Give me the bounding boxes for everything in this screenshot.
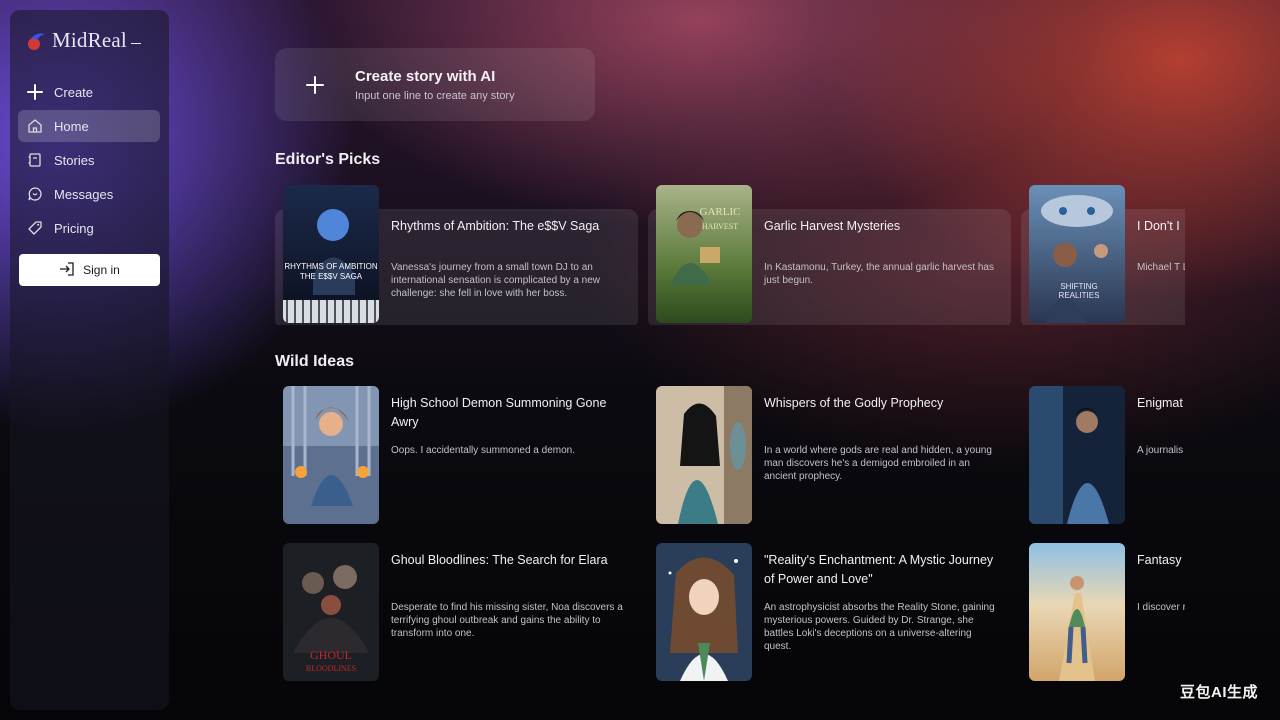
- svg-text:REALITIES: REALITIES: [1059, 291, 1100, 300]
- svg-text:RHYTHMS OF AMBITION: RHYTHMS OF AMBITION: [284, 262, 378, 271]
- logo-text: MidReal: [52, 28, 127, 52]
- sidebar-item-pricing[interactable]: Pricing: [18, 212, 160, 244]
- story-card[interactable]: "Reality's Enchantment: A Mystic Journey…: [648, 543, 1011, 683]
- svg-text:SHIFTING: SHIFTING: [1060, 282, 1097, 291]
- story-title: Rhythms of Ambition: The e$$V Saga: [391, 219, 600, 233]
- story-cover: [1029, 543, 1125, 681]
- svg-text:BLOODLINES: BLOODLINES: [306, 664, 356, 673]
- chat-icon: [26, 185, 44, 203]
- story-title: Fantasy Reality: [1137, 553, 1185, 567]
- sidebar-item-label: Home: [54, 118, 89, 134]
- create-story-subtitle: Input one line to create any story: [355, 89, 515, 102]
- story-title: I Don't I: [1137, 219, 1180, 233]
- create-story-card[interactable]: Create story with AI Input one line to c…: [275, 48, 595, 121]
- story-description: Desperate to find his missing sister, No…: [391, 602, 623, 639]
- story-card[interactable]: High School Demon Summoning Gone Awry Oo…: [275, 386, 638, 526]
- story-description: Michael T Long to h place fille new self…: [1137, 262, 1185, 273]
- svg-text:GHOUL: GHOUL: [310, 648, 352, 662]
- plus-icon: [275, 75, 355, 95]
- story-title: Enigmat Dilemms: [1137, 396, 1185, 410]
- plus-icon: [26, 83, 44, 101]
- sidebar-item-home[interactable]: Home: [18, 110, 160, 142]
- story-card[interactable]: Whispers of the Godly Prophecy In a worl…: [648, 386, 1011, 526]
- nav-list: Create Home Stories Messages Pricing: [18, 76, 160, 246]
- story-description: A journalis in Kolkata the enigm: [1137, 445, 1185, 456]
- sidebar-item-stories[interactable]: Stories: [18, 144, 160, 176]
- book-icon: [26, 151, 44, 169]
- story-cover: [1029, 386, 1125, 524]
- section-title-wild-ideas: Wild Ideas: [275, 353, 354, 370]
- story-description: In Kastamonu, Turkey, the annual garlic …: [764, 262, 994, 286]
- story-cover: [656, 543, 752, 681]
- story-description: In a world where gods are real and hidde…: [764, 445, 992, 482]
- story-title: Garlic Harvest Mysteries: [764, 219, 901, 233]
- svg-text:HARVEST: HARVEST: [702, 222, 738, 231]
- story-description: I discover region.: [1137, 602, 1185, 613]
- sign-in-label: Sign in: [83, 263, 120, 277]
- editors-picks-row: RHYTHMS OF AMBITION THE E$$V SAGA Rhythm…: [275, 185, 1185, 325]
- story-title: "Reality's Enchantment: A Mystic Journey…: [764, 553, 994, 586]
- home-icon: [26, 117, 44, 135]
- sign-in-icon: [59, 261, 75, 279]
- story-cover: GARLIC HARVEST: [656, 185, 752, 323]
- story-description: An astrophysicist absorbs the Reality St…: [764, 602, 995, 652]
- logo-dash: [130, 43, 141, 44]
- logo[interactable]: MidReal: [26, 28, 141, 53]
- wild-ideas-row-1: High School Demon Summoning Gone Awry Oo…: [275, 386, 1185, 526]
- story-title: Ghoul Bloodlines: The Search for Elara: [391, 553, 608, 567]
- sidebar-item-label: Create: [54, 84, 94, 100]
- story-card[interactable]: Enigmat Dilemms A journalis in Kolkata t…: [1021, 386, 1185, 526]
- wild-ideas-row-2: GHOUL BLOODLINES Ghoul Bloodlines: The S…: [275, 543, 1185, 683]
- story-card[interactable]: Fantasy Reality I discover region.: [1021, 543, 1185, 683]
- story-title: Whispers of the Godly Prophecy: [764, 396, 944, 410]
- sidebar-item-label: Pricing: [54, 220, 94, 236]
- svg-text:THE E$$V SAGA: THE E$$V SAGA: [300, 272, 363, 281]
- sign-in-button[interactable]: Sign in: [19, 254, 160, 286]
- logo-icon: [26, 30, 48, 52]
- create-story-title: Create story with AI: [355, 67, 496, 85]
- story-cover: [283, 386, 379, 524]
- story-cover: GHOUL BLOODLINES: [283, 543, 379, 681]
- sidebar-item-create[interactable]: Create: [18, 76, 160, 108]
- story-card[interactable]: SHIFTING REALITIES I Don't I Michael T L…: [1021, 185, 1185, 325]
- sidebar-item-label: Messages: [54, 186, 114, 202]
- story-card[interactable]: RHYTHMS OF AMBITION THE E$$V SAGA Rhythm…: [275, 185, 638, 325]
- story-card[interactable]: GARLIC HARVEST Garlic Harvest Mysteries …: [648, 185, 1011, 325]
- story-title: High School Demon Summoning Gone Awry: [391, 396, 607, 429]
- sidebar-item-messages[interactable]: Messages: [18, 178, 160, 210]
- story-cover: [656, 386, 752, 524]
- section-title-editors-picks: Editor's Picks: [275, 151, 381, 168]
- tag-icon: [26, 219, 44, 237]
- story-cover: RHYTHMS OF AMBITION THE E$$V SAGA: [283, 185, 379, 323]
- watermark: 豆包AI生成: [1179, 684, 1258, 701]
- story-description: Oops. I accidentally summoned a demon.: [391, 445, 575, 456]
- story-cover: SHIFTING REALITIES: [1029, 185, 1125, 323]
- sidebar: MidReal Create Home Stories Messages Pri…: [10, 10, 169, 710]
- story-description: Vanessa's journey from a small town DJ t…: [391, 262, 601, 299]
- story-card[interactable]: GHOUL BLOODLINES Ghoul Bloodlines: The S…: [275, 543, 638, 683]
- sidebar-item-label: Stories: [54, 152, 95, 168]
- svg-text:GARLIC: GARLIC: [700, 206, 741, 218]
